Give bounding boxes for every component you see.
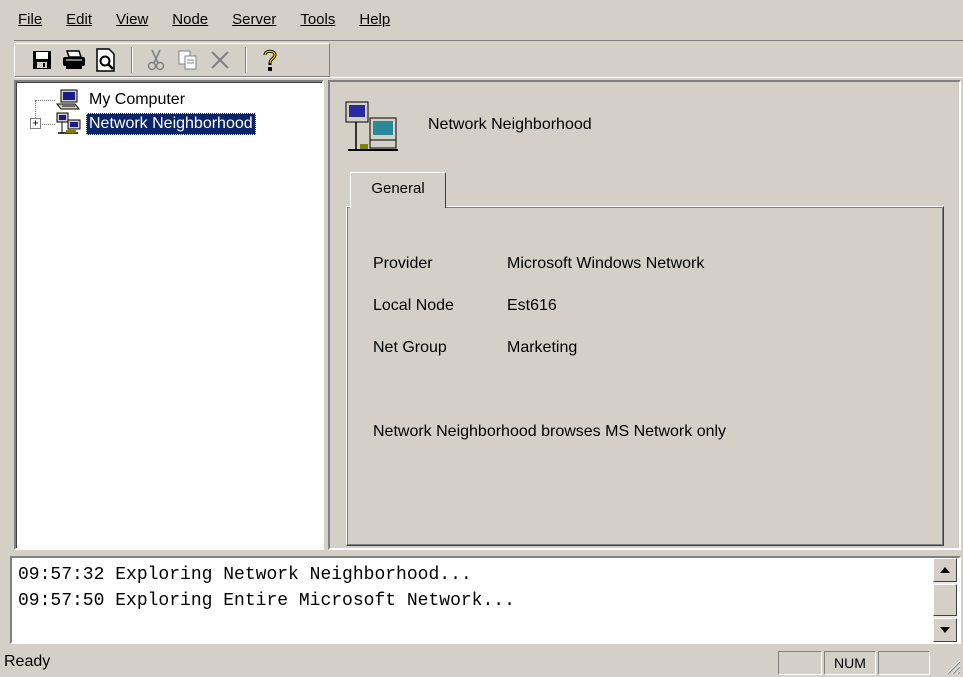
toolbar-row — [14, 40, 963, 78]
property-value: Marketing — [507, 339, 578, 356]
tree-item-label: My Computer — [89, 91, 186, 108]
property-value: Est616 — [507, 297, 557, 314]
log-lines: 09:57:32 Exploring Network Neighborhood.… — [18, 562, 515, 614]
tab-general-label: General — [371, 180, 425, 197]
menu-help[interactable]: Help — [345, 5, 400, 35]
menu-view-label: View — [116, 11, 149, 28]
property-row-local-node: Local Node Est616 — [373, 297, 557, 315]
print-preview-button[interactable] — [91, 46, 121, 74]
menu-file-label: File — [18, 11, 43, 28]
tab-panel-general: Provider Microsoft Windows Network Local… — [346, 206, 944, 546]
tree-item-my-computer[interactable]: My Computer — [56, 89, 188, 111]
property-row-provider: Provider Microsoft Windows Network — [373, 255, 704, 273]
property-label: Local Node — [373, 297, 454, 314]
arrow-down-icon — [940, 627, 950, 633]
status-bar: Ready NUM — [0, 648, 963, 677]
tree-item-label: Network Neighborhood — [86, 113, 256, 135]
menu-file[interactable]: File — [4, 5, 52, 35]
network-icon — [345, 101, 398, 151]
menu-edit[interactable]: Edit — [52, 5, 102, 35]
cut-button[interactable] — [141, 46, 171, 74]
menu-node-label: Node — [172, 11, 209, 28]
help-icon — [263, 49, 277, 71]
save-button[interactable] — [27, 46, 57, 74]
menu-help-label: Help — [359, 11, 391, 28]
log-scrollbar[interactable] — [933, 558, 957, 642]
app-window: File Edit View Node Server Tools Help My… — [0, 0, 963, 677]
scroll-thumb[interactable] — [933, 584, 957, 616]
delete-button[interactable] — [205, 46, 235, 74]
tab-general[interactable]: General — [350, 172, 446, 208]
property-label: Provider — [373, 255, 433, 272]
detail-title: Network Neighborhood — [428, 116, 592, 133]
menu-edit-label: Edit — [66, 11, 93, 28]
info-note: Network Neighborhood browses MS Network … — [373, 423, 727, 440]
log-line: 09:57:50 Exploring Entire Microsoft Netw… — [18, 591, 515, 611]
detail-pane: Network Neighborhood General Provider Mi… — [328, 80, 961, 550]
menu-tools[interactable]: Tools — [286, 5, 345, 35]
tree-item-network-neighborhood[interactable]: Network Neighborhood — [56, 112, 256, 135]
copy-icon — [178, 50, 197, 70]
delete-icon — [211, 51, 229, 69]
arrow-up-icon — [940, 567, 950, 573]
print-button[interactable] — [59, 46, 89, 74]
tree-connector — [42, 124, 55, 125]
copy-button[interactable] — [173, 46, 203, 74]
menu-server[interactable]: Server — [218, 5, 286, 35]
menu-tools-label: Tools — [300, 11, 336, 28]
resize-grip-icon[interactable] — [943, 657, 961, 675]
status-cell-scroll — [878, 651, 930, 675]
toolbar-separator — [245, 47, 247, 73]
status-cell-caps — [778, 651, 822, 675]
menu-bar: File Edit View Node Server Tools Help — [4, 0, 400, 40]
property-label: Net Group — [373, 339, 447, 356]
menu-node[interactable]: Node — [158, 5, 218, 35]
log-pane[interactable]: 09:57:32 Exploring Network Neighborhood.… — [10, 556, 961, 644]
tree-expander[interactable]: + — [30, 118, 41, 129]
help-button[interactable] — [255, 46, 285, 74]
status-text: Ready — [4, 653, 51, 670]
print-icon — [63, 50, 85, 69]
property-row-net-group: Net Group Marketing — [373, 339, 577, 357]
scroll-up-button[interactable] — [933, 558, 957, 582]
status-cell-num: NUM — [824, 651, 876, 675]
property-value: Microsoft Windows Network — [507, 255, 705, 272]
toolbar — [14, 43, 330, 77]
toolbar-separator — [131, 47, 133, 73]
tree-connector — [35, 100, 55, 101]
print-preview-icon — [96, 48, 115, 72]
log-line: 09:57:32 Exploring Network Neighborhood.… — [18, 565, 472, 585]
cut-icon — [147, 49, 165, 71]
tree-pane[interactable]: My Computer + Network Neighborhood — [14, 80, 324, 550]
computer-icon — [56, 89, 80, 110]
menu-server-label: Server — [232, 11, 277, 28]
save-icon — [33, 51, 51, 69]
scroll-down-button[interactable] — [933, 618, 957, 642]
network-icon — [56, 112, 81, 134]
menu-view[interactable]: View — [102, 5, 158, 35]
